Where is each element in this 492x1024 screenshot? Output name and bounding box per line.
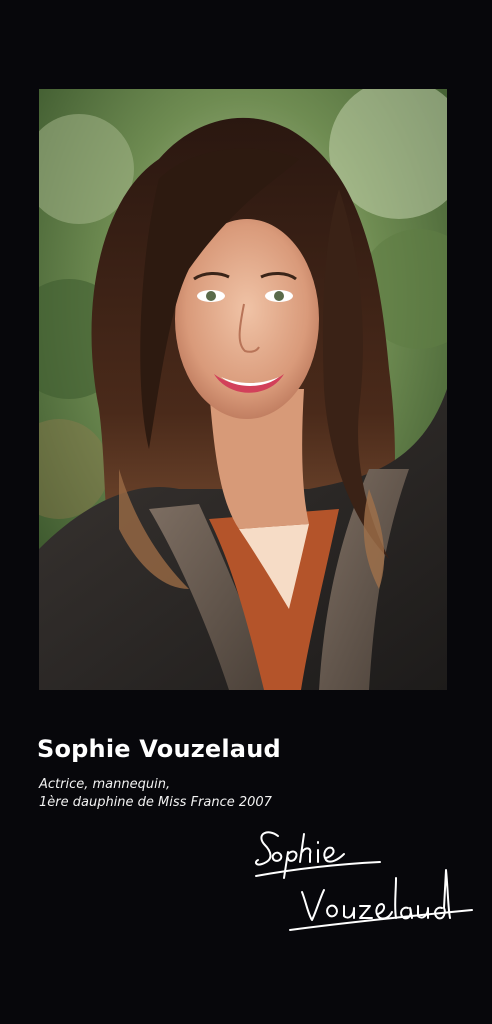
person-description: Actrice, mannequin, 1ère dauphine de Mis… <box>39 776 272 812</box>
description-line-2: 1ère dauphine de Miss France 2007 <box>39 795 272 810</box>
description-line-1: Actrice, mannequin, <box>39 777 171 792</box>
person-name: Sophie Vouzelaud <box>37 735 281 763</box>
profile-card: Sophie Vouzelaud Actrice, mannequin, 1èr… <box>0 0 492 1024</box>
portrait-photo <box>39 89 447 690</box>
handwritten-signature <box>250 820 478 940</box>
